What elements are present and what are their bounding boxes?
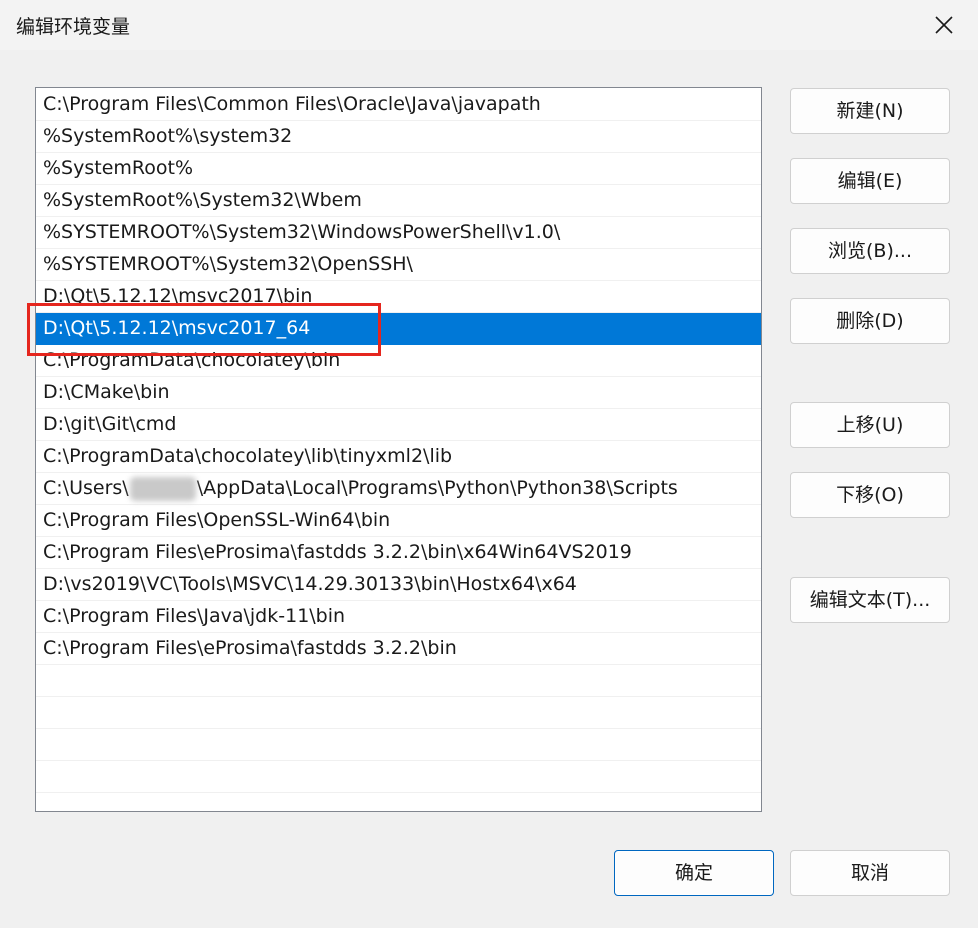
- list-item-text: D:\vs2019\VC\Tools\MSVC\14.29.30133\bin\…: [43, 573, 577, 595]
- list-item-text: D:\git\Git\cmd: [43, 413, 177, 435]
- redacted-username: [129, 476, 196, 501]
- list-item[interactable]: [36, 793, 761, 811]
- list-item-text: D:\Qt\5.12.12\msvc2017_64: [43, 317, 311, 339]
- close-icon: [935, 16, 953, 34]
- cancel-button[interactable]: 取消: [790, 850, 950, 896]
- list-item-text: C:\ProgramData\chocolatey\bin: [43, 349, 341, 371]
- list-item-text: %SystemRoot%: [43, 157, 194, 179]
- list-item[interactable]: [36, 761, 761, 793]
- close-button[interactable]: [924, 9, 964, 41]
- list-item-text: C:\Users\: [43, 477, 129, 499]
- list-item[interactable]: D:\CMake\bin: [36, 377, 761, 409]
- browse-button[interactable]: 浏览(B)...: [790, 228, 950, 274]
- edit-button[interactable]: 编辑(E): [790, 158, 950, 204]
- list-item[interactable]: %SYSTEMROOT%\System32\OpenSSH\: [36, 249, 761, 281]
- list-item[interactable]: C:\Program Files\eProsima\fastdds 3.2.2\…: [36, 537, 761, 569]
- list-item[interactable]: [36, 697, 761, 729]
- list-item-text: C:\Program Files\Common Files\Oracle\Jav…: [43, 93, 541, 115]
- list-item-text: C:\Program Files\OpenSSL-Win64\bin: [43, 509, 391, 531]
- title-bar: 编辑环境变量: [0, 0, 978, 50]
- list-item-text: %SYSTEMROOT%\System32\WindowsPowerShell\…: [43, 221, 561, 243]
- list-item[interactable]: C:\ProgramData\chocolatey\lib\tinyxml2\l…: [36, 441, 761, 473]
- new-button[interactable]: 新建(N): [790, 88, 950, 134]
- list-item[interactable]: %SystemRoot%: [36, 153, 761, 185]
- list-item[interactable]: %SYSTEMROOT%\System32\WindowsPowerShell\…: [36, 217, 761, 249]
- list-item[interactable]: D:\Qt\5.12.12\msvc2017_64: [36, 313, 761, 345]
- list-item[interactable]: C:\Program Files\eProsima\fastdds 3.2.2\…: [36, 633, 761, 665]
- list-item[interactable]: [36, 729, 761, 761]
- edit-text-button[interactable]: 编辑文本(T)...: [790, 577, 950, 623]
- move-up-button[interactable]: 上移(U): [790, 402, 950, 448]
- list-item[interactable]: D:\git\Git\cmd: [36, 409, 761, 441]
- list-item[interactable]: D:\Qt\5.12.12\msvc2017\bin: [36, 281, 761, 313]
- list-item-text: C:\Program Files\Java\jdk-11\bin: [43, 605, 346, 627]
- edit-env-variable-dialog: 编辑环境变量 C:\Program Files\Common Files\Ora…: [0, 0, 978, 928]
- list-item-text: C:\Program Files\eProsima\fastdds 3.2.2\…: [43, 541, 632, 563]
- path-list[interactable]: C:\Program Files\Common Files\Oracle\Jav…: [35, 87, 762, 812]
- list-item[interactable]: [36, 665, 761, 697]
- move-down-button[interactable]: 下移(O): [790, 472, 950, 518]
- list-item[interactable]: %SystemRoot%\system32: [36, 121, 761, 153]
- list-item[interactable]: C:\ProgramData\chocolatey\bin: [36, 345, 761, 377]
- list-item[interactable]: C:\Program Files\Java\jdk-11\bin: [36, 601, 761, 633]
- dialog-title: 编辑环境变量: [16, 16, 131, 38]
- list-item-text: %SystemRoot%\system32: [43, 125, 293, 147]
- list-item-text: C:\ProgramData\chocolatey\lib\tinyxml2\l…: [43, 445, 453, 467]
- list-item[interactable]: %SystemRoot%\System32\Wbem: [36, 185, 761, 217]
- list-item-text: %SystemRoot%\System32\Wbem: [43, 189, 362, 211]
- ok-button[interactable]: 确定: [614, 850, 774, 896]
- list-item[interactable]: D:\vs2019\VC\Tools\MSVC\14.29.30133\bin\…: [36, 569, 761, 601]
- list-item-text: D:\CMake\bin: [43, 381, 170, 403]
- list-item[interactable]: C:\Program Files\Common Files\Oracle\Jav…: [36, 89, 761, 121]
- list-item[interactable]: C:\Users\ \AppData\Local\Programs\Python\…: [36, 473, 761, 505]
- delete-button[interactable]: 删除(D): [790, 298, 950, 344]
- list-item[interactable]: C:\Program Files\OpenSSL-Win64\bin: [36, 505, 761, 537]
- list-item-text: %SYSTEMROOT%\System32\OpenSSH\: [43, 253, 413, 275]
- list-item-text: \AppData\Local\Programs\Python\Python38\…: [196, 477, 678, 499]
- list-item-text: C:\Program Files\eProsima\fastdds 3.2.2\…: [43, 637, 457, 659]
- list-item-text: D:\Qt\5.12.12\msvc2017\bin: [43, 285, 313, 307]
